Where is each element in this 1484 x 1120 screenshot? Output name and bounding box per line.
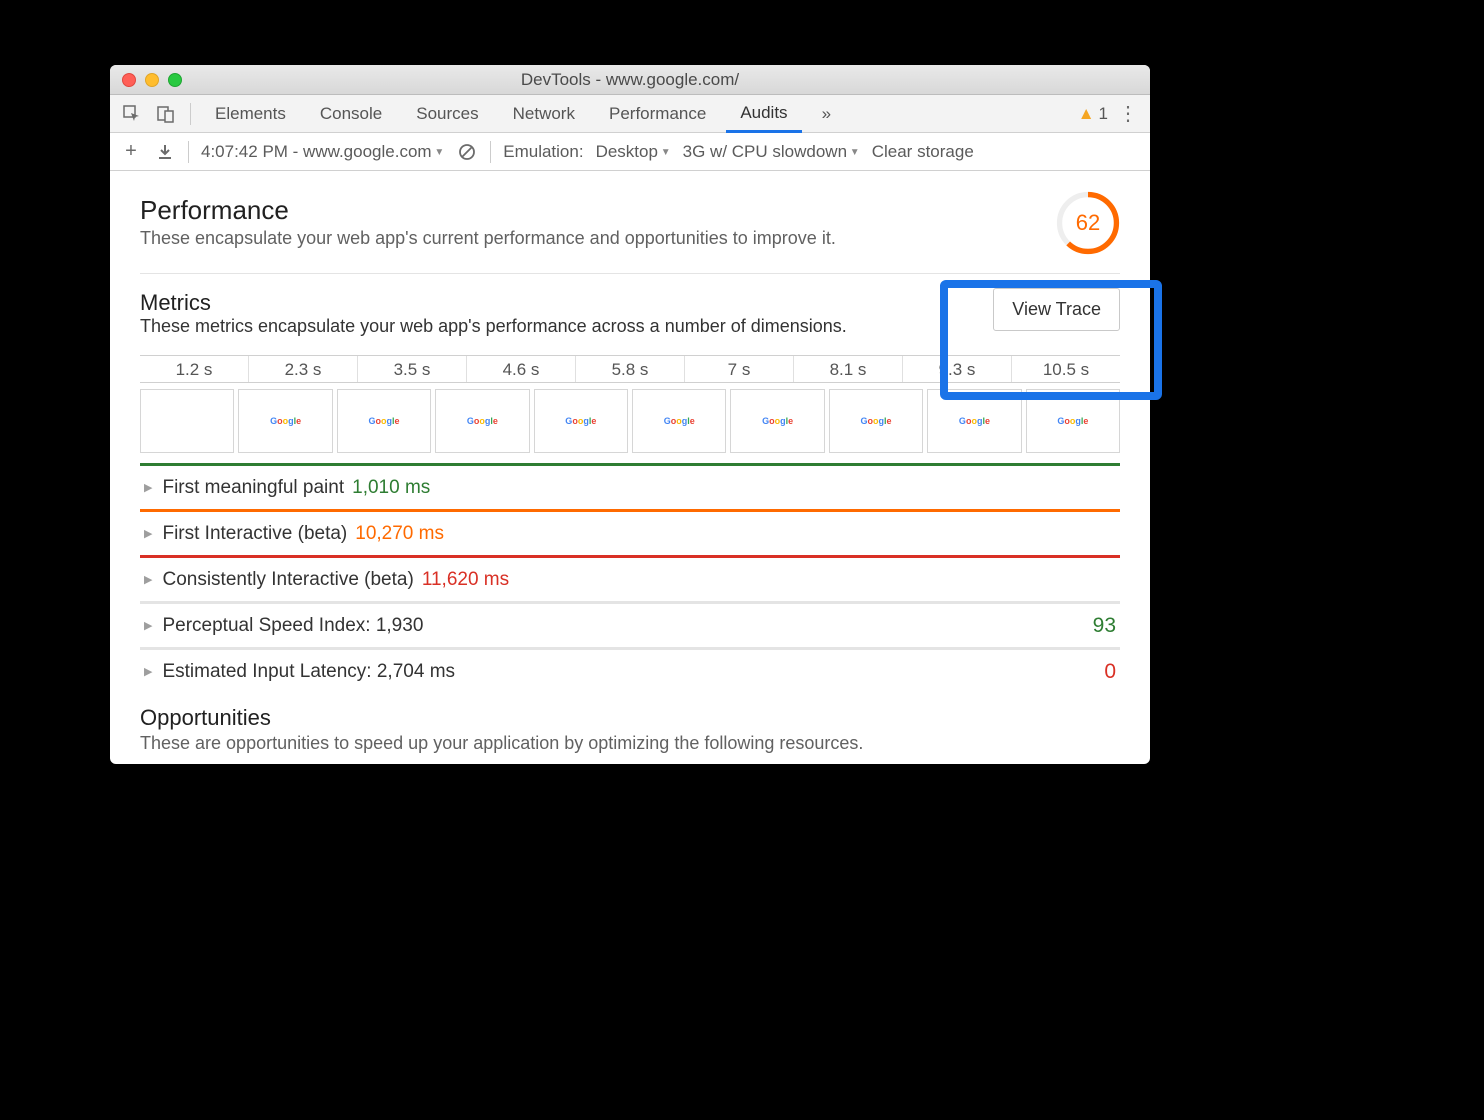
clear-storage-option[interactable]: Clear storage	[872, 142, 974, 162]
inspect-element-icon[interactable]	[118, 100, 146, 128]
metrics-header: Metrics These metrics encapsulate your w…	[140, 290, 1120, 337]
metrics-title: Metrics	[140, 290, 993, 316]
audits-toolbar: + 4:07:42 PM - www.google.com Emulation:…	[110, 133, 1150, 171]
tab-sources[interactable]: Sources	[402, 95, 492, 132]
metric-value: 11,620 ms	[422, 569, 509, 591]
tab-overflow[interactable]: »	[808, 95, 845, 132]
metric-row[interactable]: ▶ Estimated Input Latency: 2,704 ms 0	[140, 647, 1120, 693]
filmstrip: GoogleGoogleGoogleGoogleGoogleGoogleGoog…	[140, 389, 1120, 453]
filmstrip-frame: Google	[927, 389, 1021, 453]
timeline-tick: 5.8 s	[576, 356, 685, 382]
metric-label: First meaningful paint	[162, 477, 344, 499]
metric-label: Consistently Interactive (beta)	[162, 569, 413, 591]
metric-score: 93	[1093, 614, 1116, 638]
warning-icon: ▲	[1078, 104, 1095, 124]
device-toolbar-icon[interactable]	[152, 100, 180, 128]
tab-console[interactable]: Console	[306, 95, 396, 132]
timeline-tick: 9.3 s	[903, 356, 1012, 382]
devtools-window: DevTools - www.google.com/ Elements Cons…	[110, 65, 1150, 764]
tab-audits[interactable]: Audits	[726, 96, 801, 133]
new-audit-icon[interactable]: +	[120, 141, 142, 163]
metric-row[interactable]: ▶ Perceptual Speed Index: 1,930 93	[140, 601, 1120, 647]
run-select[interactable]: 4:07:42 PM - www.google.com	[201, 142, 444, 162]
timeline-tick: 1.2 s	[140, 356, 249, 382]
metric-value: 1,010 ms	[352, 477, 430, 499]
performance-title: Performance	[140, 195, 1056, 226]
expand-icon: ▶	[144, 665, 152, 678]
close-window-button[interactable]	[122, 73, 136, 87]
tab-performance[interactable]: Performance	[595, 95, 720, 132]
timeline: 1.2 s2.3 s3.5 s4.6 s5.8 s7 s8.1 s9.3 s10…	[140, 355, 1120, 453]
timeline-tick: 7 s	[685, 356, 794, 382]
metric-list: ▶ First meaningful paint 1,010 ms ▶ First In…	[140, 463, 1120, 693]
opportunities-title: Opportunities	[140, 705, 1120, 731]
audit-report: Performance These encapsulate your web a…	[110, 171, 1150, 764]
timeline-tick: 10.5 s	[1012, 356, 1120, 382]
metric-label: Perceptual Speed Index: 1,930	[162, 615, 423, 637]
metric-row[interactable]: ▶ Consistently Interactive (beta) 11,620 m…	[140, 555, 1120, 601]
minimize-window-button[interactable]	[145, 73, 159, 87]
tab-network[interactable]: Network	[499, 95, 589, 132]
expand-icon: ▶	[144, 619, 152, 632]
opportunities-desc: These are opportunities to speed up your…	[140, 733, 1120, 754]
report-header: Performance These encapsulate your web a…	[140, 195, 1120, 255]
timeline-tick: 2.3 s	[249, 356, 358, 382]
download-report-icon[interactable]	[154, 141, 176, 163]
filmstrip-frame	[140, 389, 234, 453]
filmstrip-frame: Google	[534, 389, 628, 453]
filmstrip-frame: Google	[238, 389, 332, 453]
metric-score: 0	[1104, 660, 1116, 684]
metric-label: First Interactive (beta)	[162, 523, 347, 545]
zoom-window-button[interactable]	[168, 73, 182, 87]
filmstrip-frame: Google	[632, 389, 726, 453]
emulation-device-select[interactable]: Desktop	[596, 142, 671, 162]
metric-row[interactable]: ▶ First meaningful paint 1,010 ms	[140, 463, 1120, 509]
throttling-select[interactable]: 3G w/ CPU slowdown	[683, 142, 860, 162]
expand-icon: ▶	[144, 481, 152, 494]
timeline-tick: 3.5 s	[358, 356, 467, 382]
window-controls	[110, 73, 182, 87]
metrics-desc: These metrics encapsulate your web app's…	[140, 316, 993, 337]
warning-badge[interactable]: ▲ 1	[1078, 104, 1108, 124]
view-trace-button[interactable]: View Trace	[993, 288, 1120, 331]
metric-row[interactable]: ▶ First Interactive (beta) 10,270 ms	[140, 509, 1120, 555]
opportunities-header: Opportunities These are opportunities to…	[140, 705, 1120, 754]
emulation-label: Emulation:	[503, 142, 583, 162]
expand-icon: ▶	[144, 573, 152, 586]
filmstrip-frame: Google	[435, 389, 529, 453]
metric-value: 10,270 ms	[355, 523, 444, 545]
tab-elements[interactable]: Elements	[201, 95, 300, 132]
filmstrip-frame: Google	[730, 389, 824, 453]
performance-desc: These encapsulate your web app's current…	[140, 228, 1056, 249]
timeline-tick: 8.1 s	[794, 356, 903, 382]
performance-score-gauge: 62	[1056, 191, 1120, 255]
clear-icon[interactable]	[456, 141, 478, 163]
timeline-tick: 4.6 s	[467, 356, 576, 382]
warning-count: 1	[1099, 104, 1108, 124]
window-title: DevTools - www.google.com/	[110, 70, 1150, 90]
filmstrip-frame: Google	[337, 389, 431, 453]
devtools-tabbar: Elements Console Sources Network Perform…	[110, 95, 1150, 133]
filmstrip-frame: Google	[829, 389, 923, 453]
filmstrip-frame: Google	[1026, 389, 1120, 453]
expand-icon: ▶	[144, 527, 152, 540]
titlebar: DevTools - www.google.com/	[110, 65, 1150, 95]
metric-label: Estimated Input Latency: 2,704 ms	[162, 661, 455, 683]
kebab-menu-icon[interactable]: ⋮	[1114, 100, 1142, 128]
timeline-ticks: 1.2 s2.3 s3.5 s4.6 s5.8 s7 s8.1 s9.3 s10…	[140, 355, 1120, 383]
